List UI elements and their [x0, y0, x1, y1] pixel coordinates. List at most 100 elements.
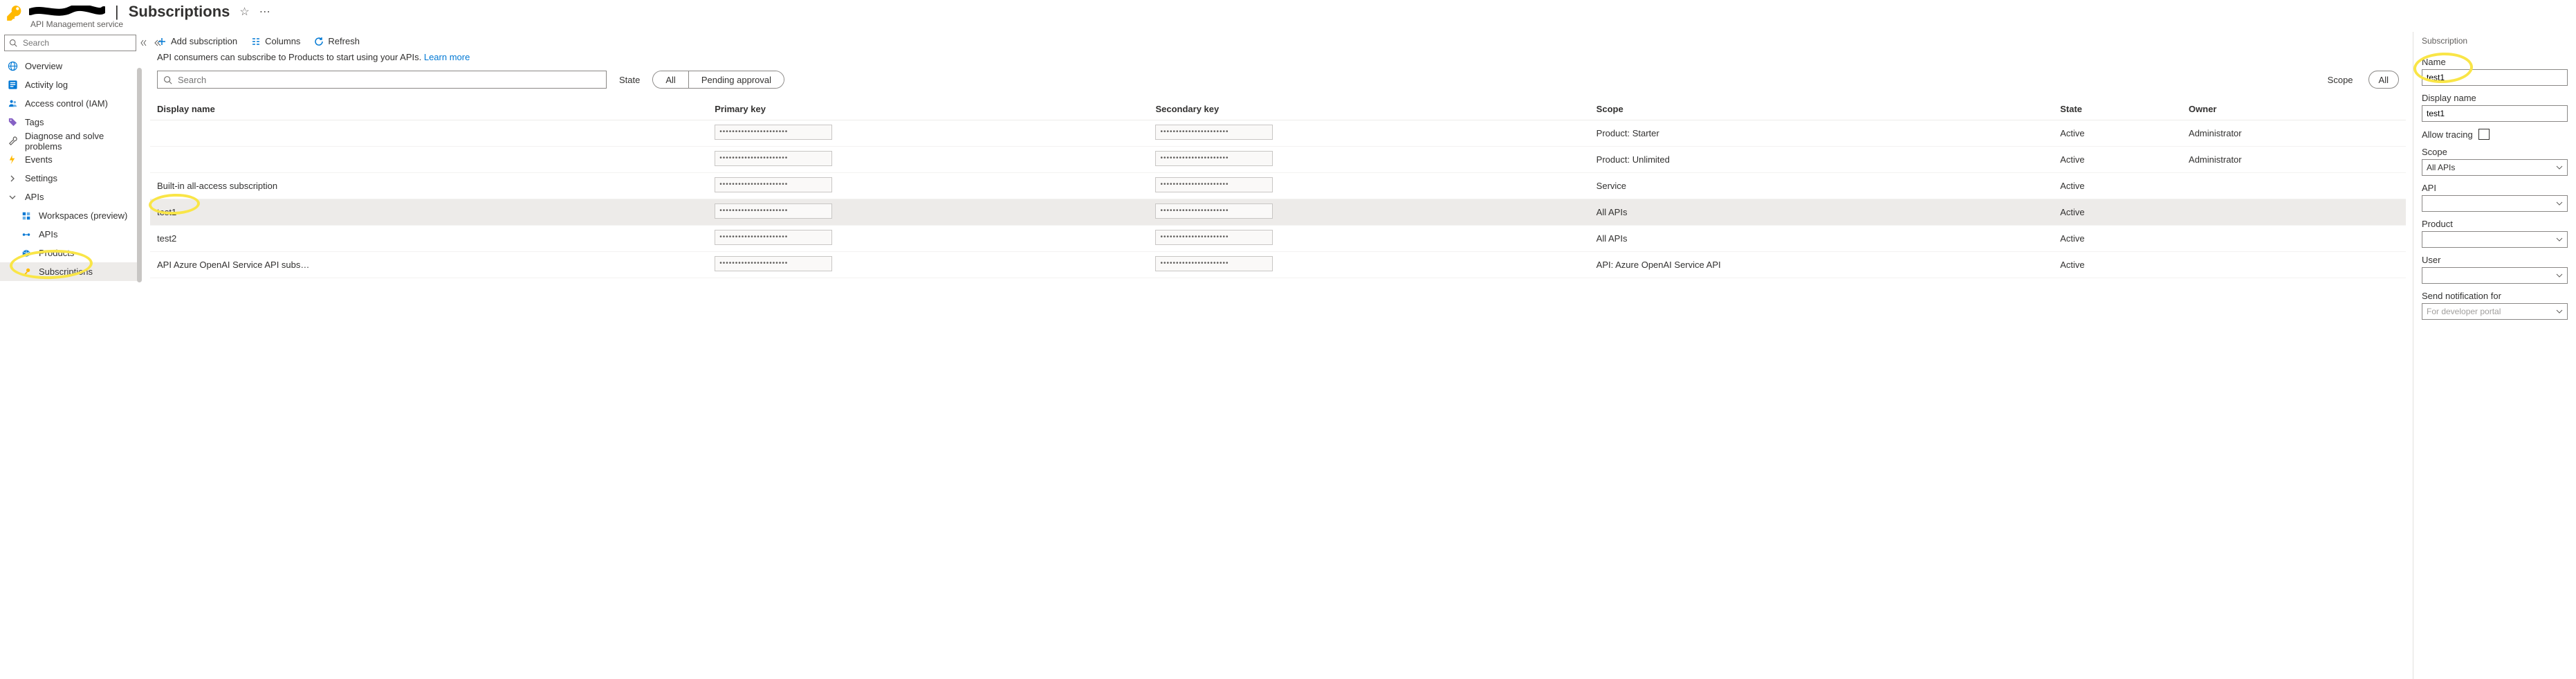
panel-product-select[interactable]	[2422, 231, 2568, 248]
sidebar-item-activity-log[interactable]: Activity log	[0, 75, 137, 94]
toolbar: Add subscription Columns Refresh	[150, 32, 2406, 51]
favorite-star-icon[interactable]: ☆	[239, 5, 249, 19]
columns-button[interactable]: Columns	[251, 36, 300, 46]
masked-key[interactable]: ••••••••••••••••••••••	[715, 125, 832, 140]
col-secondary-key[interactable]: Secondary key	[1148, 98, 1589, 120]
sidebar-item-apis-group[interactable]: APIs	[0, 188, 137, 206]
table-row[interactable]: test2•••••••••••••••••••••••••••••••••••…	[150, 226, 2406, 252]
panel-displayname-input[interactable]	[2422, 105, 2568, 122]
panel-name-input[interactable]	[2422, 69, 2568, 86]
activity-log-icon	[7, 80, 18, 91]
sidebar-item-label: Products	[39, 248, 74, 258]
cell-key: ••••••••••••••••••••••	[708, 147, 1148, 173]
scope-pill-all[interactable]: All	[2368, 71, 2399, 89]
masked-key[interactable]: ••••••••••••••••••••••	[715, 177, 832, 192]
masked-key[interactable]: ••••••••••••••••••••••	[1155, 203, 1273, 219]
masked-key[interactable]: ••••••••••••••••••••••	[1155, 230, 1273, 245]
subscriptions-table: Display name Primary key Secondary key S…	[150, 98, 2406, 278]
sidebar-item-label: Overview	[25, 61, 62, 71]
panel-notify-label: Send notification for	[2422, 291, 2568, 301]
col-display-name[interactable]: Display name	[150, 98, 708, 120]
key-icon	[21, 266, 32, 278]
sidebar-menu: Overview Activity log Access control (IA…	[0, 57, 137, 281]
cell-state: Active	[2053, 147, 2182, 173]
panel-user-label: User	[2422, 255, 2568, 265]
scrollbar[interactable]	[137, 68, 142, 282]
masked-key[interactable]: ••••••••••••••••••••••	[715, 203, 832, 219]
sidebar-item-subscriptions[interactable]: Subscriptions	[0, 262, 137, 281]
cell-key: ••••••••••••••••••••••	[708, 252, 1148, 278]
sidebar-item-diagnose[interactable]: Diagnose and solve problems	[0, 132, 137, 150]
search-icon	[9, 39, 17, 47]
cell-scope: All APIs	[1590, 226, 2054, 252]
main-content: Add subscription Columns Refresh API con…	[146, 32, 2413, 679]
sidebar-item-iam[interactable]: Access control (IAM)	[0, 94, 137, 113]
panel-allow-tracing-checkbox[interactable]	[2478, 129, 2490, 140]
chevron-right-icon	[7, 173, 18, 184]
sidebar-item-workspaces[interactable]: Workspaces (preview)	[0, 206, 137, 225]
panel-name-label: Name	[2422, 57, 2568, 67]
sidebar-item-label: Tags	[25, 117, 44, 127]
learn-more-link[interactable]: Learn more	[424, 52, 470, 62]
table-row[interactable]: API Azure OpenAI Service API subs… ••••••…	[150, 252, 2406, 278]
cell-key: ••••••••••••••••••••••	[1148, 199, 1589, 226]
diagnose-icon	[7, 136, 18, 147]
col-owner[interactable]: Owner	[2182, 98, 2406, 120]
sidebar-item-products[interactable]: Products	[0, 244, 137, 262]
resource-type-label: API Management service	[30, 19, 270, 29]
cell-display-name	[150, 147, 708, 173]
sidebar-item-label: Access control (IAM)	[25, 98, 108, 109]
state-pill-pending[interactable]: Pending approval	[688, 71, 784, 88]
refresh-button[interactable]: Refresh	[314, 36, 360, 46]
more-actions-icon[interactable]: ⋯	[259, 5, 270, 19]
col-state[interactable]: State	[2053, 98, 2182, 120]
add-subscription-button[interactable]: Add subscription	[157, 36, 237, 46]
cell-key: ••••••••••••••••••••••	[1148, 147, 1589, 173]
masked-key[interactable]: ••••••••••••••••••••••	[1155, 177, 1273, 192]
cell-display-name: test1	[150, 199, 708, 226]
columns-icon	[251, 37, 261, 46]
panel-scope-select[interactable]: All APIs	[2422, 159, 2568, 176]
table-row[interactable]: test1 •••••••••••••••••••••• •••••••••••••…	[150, 199, 2406, 226]
page-header: | Subscriptions ☆ ⋯ API Management servi…	[0, 0, 2576, 32]
sidebar-search[interactable]	[4, 35, 136, 51]
masked-key[interactable]: ••••••••••••••••••••••	[1155, 256, 1273, 271]
cell-state: Active	[2053, 226, 2182, 252]
masked-key[interactable]: ••••••••••••••••••••••	[1155, 151, 1273, 166]
col-scope[interactable]: Scope	[1590, 98, 2054, 120]
sidebar-item-apis[interactable]: APIs	[0, 225, 137, 244]
cell-owner	[2182, 199, 2406, 226]
cell-scope: Product: Unlimited	[1590, 147, 2054, 173]
cell-scope: API: Azure OpenAI Service API	[1590, 252, 2054, 278]
state-pill-all[interactable]: All	[653, 71, 688, 88]
cell-display-name	[150, 120, 708, 147]
sidebar-search-input[interactable]	[21, 37, 131, 48]
masked-key[interactable]: ••••••••••••••••••••••	[715, 256, 832, 271]
panel-api-select[interactable]	[2422, 195, 2568, 212]
scope-filter-label: Scope	[2328, 75, 2353, 85]
sidebar-item-overview[interactable]: Overview	[0, 57, 137, 75]
masked-key[interactable]: ••••••••••••••••••••••	[715, 151, 832, 166]
masked-key[interactable]: ••••••••••••••••••••••	[715, 230, 832, 245]
sidebar-item-label: Settings	[25, 173, 57, 183]
table-search-input[interactable]	[176, 74, 600, 86]
table-row[interactable]: •••••••••••••••••••••• ••••••••••••••••••…	[150, 120, 2406, 147]
sidebar-item-tags[interactable]: Tags	[0, 113, 137, 132]
cell-owner	[2182, 226, 2406, 252]
panel-user-select[interactable]	[2422, 267, 2568, 284]
sidebar-item-events[interactable]: Events	[0, 150, 137, 169]
api-icon	[21, 229, 32, 240]
panel-displayname-label: Display name	[2422, 93, 2568, 103]
panel-notify-select[interactable]: For developer portal	[2422, 303, 2568, 320]
sidebar-item-settings[interactable]: Settings	[0, 169, 137, 188]
cell-key: ••••••••••••••••••••••	[1148, 120, 1589, 147]
table-row[interactable]: Built-in all-access subscription••••••••…	[150, 173, 2406, 199]
cell-state: Active	[2053, 173, 2182, 199]
col-primary-key[interactable]: Primary key	[708, 98, 1148, 120]
masked-key[interactable]: ••••••••••••••••••••••	[1155, 125, 1273, 140]
cell-state: Active	[2053, 120, 2182, 147]
cell-display-name: API Azure OpenAI Service API subs…	[150, 252, 708, 278]
table-row[interactable]: •••••••••••••••••••••• ••••••••••••••••••…	[150, 147, 2406, 173]
table-search[interactable]	[157, 71, 607, 89]
workspace-icon	[21, 210, 32, 221]
